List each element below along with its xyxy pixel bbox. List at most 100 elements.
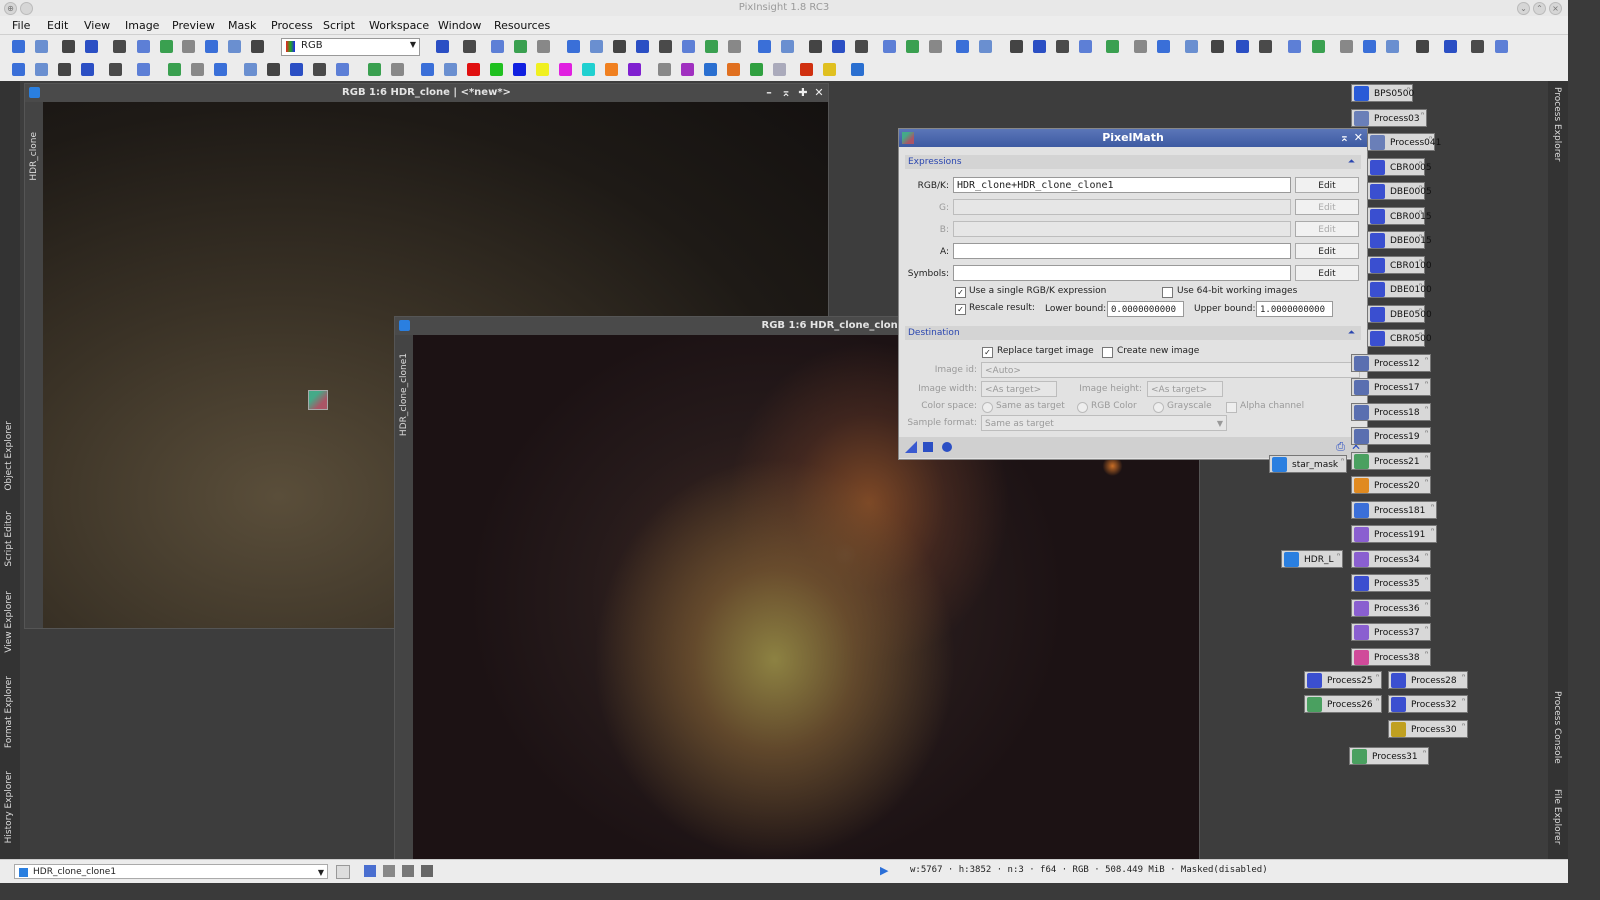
maximize-icon[interactable]: ✚ [796, 84, 810, 102]
icon-handle-icon[interactable]: ⁿ [1425, 477, 1428, 487]
icon-handle-icon[interactable]: ⁿ [1425, 379, 1428, 389]
toolbar-tool-icon[interactable] [1288, 40, 1301, 53]
process-icon-cbr0005[interactable]: CBR0005 ⁿ [1367, 158, 1432, 176]
tab-process-console[interactable]: Process Console [1552, 691, 1562, 764]
process-icon-process25[interactable]: Process25 ⁿ [1304, 671, 1382, 689]
icon-handle-icon[interactable]: ⁿ [1431, 502, 1434, 512]
toolbar-tool-icon[interactable] [1079, 40, 1092, 53]
color-swatch-icon[interactable] [605, 63, 618, 76]
process-icon-process34[interactable]: Process34 ⁿ [1351, 550, 1431, 568]
process-icon-process36[interactable]: Process36 ⁿ [1351, 599, 1431, 617]
icon-handle-icon[interactable]: ⁿ [1425, 551, 1428, 561]
toolbar-tool-icon[interactable] [244, 63, 257, 76]
upper-bound-field[interactable]: 1.0000000000 [1256, 301, 1333, 317]
toolbar-tool-icon[interactable] [1033, 40, 1046, 53]
alpha-channel-checkbox[interactable] [1226, 402, 1237, 413]
close-icon[interactable]: ✕ [1354, 129, 1363, 147]
toolbar-tool-icon[interactable] [137, 63, 150, 76]
a-expression-field[interactable] [953, 243, 1291, 259]
color-swatch-icon[interactable] [559, 63, 572, 76]
icon-handle-icon[interactable]: ⁿ [1425, 404, 1428, 414]
process-icon-process37[interactable]: Process37 ⁿ [1351, 623, 1431, 641]
process-icon-process181[interactable]: Process181 ⁿ [1351, 501, 1437, 519]
toolbar-tool-icon[interactable] [682, 40, 695, 53]
toolbar-tool-icon[interactable] [956, 40, 969, 53]
g-expression-field[interactable] [953, 199, 1291, 215]
process-icon-star-mask[interactable]: star_mask ⁿ [1269, 455, 1347, 473]
icon-handle-icon[interactable]: ⁿ [1425, 624, 1428, 634]
rescale-checkbox[interactable]: ✓ [955, 304, 966, 315]
icon-handle-icon[interactable]: ⁿ [1419, 330, 1422, 340]
display-b-icon[interactable] [421, 865, 433, 877]
tab-format-explorer[interactable]: Format Explorer [4, 676, 14, 748]
tab-view-explorer[interactable]: View Explorer [4, 591, 14, 653]
pixelmath-title-bar[interactable]: PixelMath ⌅ ✕ [899, 129, 1367, 147]
process-icon-cbr0500[interactable]: CBR0500 ⁿ [1367, 329, 1432, 347]
process-icon-cbr0015[interactable]: CBR0015 ⁿ [1367, 207, 1432, 225]
toolbar-tool-icon[interactable] [906, 40, 919, 53]
rgbk-expression-field[interactable]: HDR_clone+HDR_clone_clone1 [953, 177, 1291, 193]
toolbar-tool-icon[interactable] [658, 63, 671, 76]
image-width-spinbox[interactable]: <As target> [981, 381, 1057, 397]
pixelmath-instance-icon[interactable] [308, 390, 328, 410]
toolbar-tool-icon[interactable] [883, 40, 896, 53]
display-r-icon[interactable] [383, 865, 395, 877]
toolbar-tool-icon[interactable] [855, 40, 868, 53]
display-rgb-icon[interactable] [364, 865, 376, 877]
toolbar-tool-icon[interactable] [514, 40, 527, 53]
toolbar-tool-icon[interactable] [160, 40, 173, 53]
toolbar-tool-icon[interactable] [251, 40, 264, 53]
process-icon-process28[interactable]: Process28 ⁿ [1388, 671, 1468, 689]
toolbar-tool-icon[interactable] [35, 63, 48, 76]
icon-handle-icon[interactable]: ⁿ [1462, 672, 1465, 682]
shade-icon[interactable]: – [762, 84, 776, 102]
menu-workspace[interactable]: Workspace [369, 19, 429, 32]
process-icon-bps0500[interactable]: BPS0500 ⁿ [1351, 84, 1414, 102]
toolbar-tool-icon[interactable] [1106, 40, 1119, 53]
icon-handle-icon[interactable]: ⁿ [1425, 428, 1428, 438]
pixelmath-dialog[interactable]: PixelMath ⌅ ✕ Expressions ⏶ RGB/K: HDR_c… [898, 128, 1368, 460]
icon-handle-icon[interactable]: ⁿ [1462, 721, 1465, 731]
process-icon-process32[interactable]: Process32 ⁿ [1388, 695, 1468, 713]
icon-handle-icon[interactable]: ⁿ [1419, 232, 1422, 242]
process-icon-process18[interactable]: Process18 ⁿ [1351, 403, 1431, 421]
icon-handle-icon[interactable]: ⁿ [1425, 575, 1428, 585]
toolbar-tool-icon[interactable] [1157, 40, 1170, 53]
single-expression-checkbox[interactable]: ✓ [955, 287, 966, 298]
menu-edit[interactable]: Edit [47, 19, 68, 32]
apply-icon[interactable] [923, 442, 933, 452]
toolbar-tool-icon[interactable] [773, 63, 786, 76]
tab-object-explorer[interactable]: Object Explorer [4, 421, 14, 491]
icon-handle-icon[interactable]: ⁿ [1419, 159, 1422, 169]
toolbar-tool-icon[interactable] [1416, 40, 1429, 53]
lower-bound-field[interactable]: 0.0000000000 [1107, 301, 1184, 317]
apply-global-icon[interactable] [942, 442, 952, 452]
toolbar-tool-icon[interactable] [290, 63, 303, 76]
toolbar-tool-icon[interactable] [781, 40, 794, 53]
toolbar-tool-icon[interactable] [728, 40, 741, 53]
close-icon[interactable]: × [1549, 2, 1562, 15]
toolbar-tool-icon[interactable] [109, 63, 122, 76]
new-view-icon[interactable] [336, 865, 350, 879]
toolbar-tool-icon[interactable] [1444, 40, 1457, 53]
rgb-color-radio[interactable] [1077, 402, 1088, 413]
process-icon-process19[interactable]: Process19 ⁿ [1351, 427, 1431, 445]
tab-script-editor[interactable]: Script Editor [4, 511, 14, 567]
toolbar-tool-icon[interactable] [705, 40, 718, 53]
menu-script[interactable]: Script [323, 19, 355, 32]
icon-handle-icon[interactable]: ⁿ [1431, 526, 1434, 536]
icon-handle-icon[interactable]: ⁿ [1419, 257, 1422, 267]
icon-handle-icon[interactable]: ⁿ [1429, 134, 1432, 144]
image-height-spinbox[interactable]: <As target> [1147, 381, 1223, 397]
toolbar-tool-icon[interactable] [1386, 40, 1399, 53]
icon-handle-icon[interactable]: ⁿ [1407, 85, 1410, 95]
sample-format-select[interactable]: Same as target ▼ [981, 415, 1227, 431]
process-icon-process30[interactable]: Process30 ⁿ [1388, 720, 1468, 738]
toolbar-tool-icon[interactable] [809, 40, 822, 53]
toolbar-tool-icon[interactable] [681, 63, 694, 76]
toolbar-tool-icon[interactable] [12, 63, 25, 76]
maximize-icon[interactable]: ⌃ [1533, 2, 1546, 15]
process-icon-process17[interactable]: Process17 ⁿ [1351, 378, 1431, 396]
toolbar-tool-icon[interactable] [1259, 40, 1272, 53]
toolbar-tool-icon[interactable] [1312, 40, 1325, 53]
